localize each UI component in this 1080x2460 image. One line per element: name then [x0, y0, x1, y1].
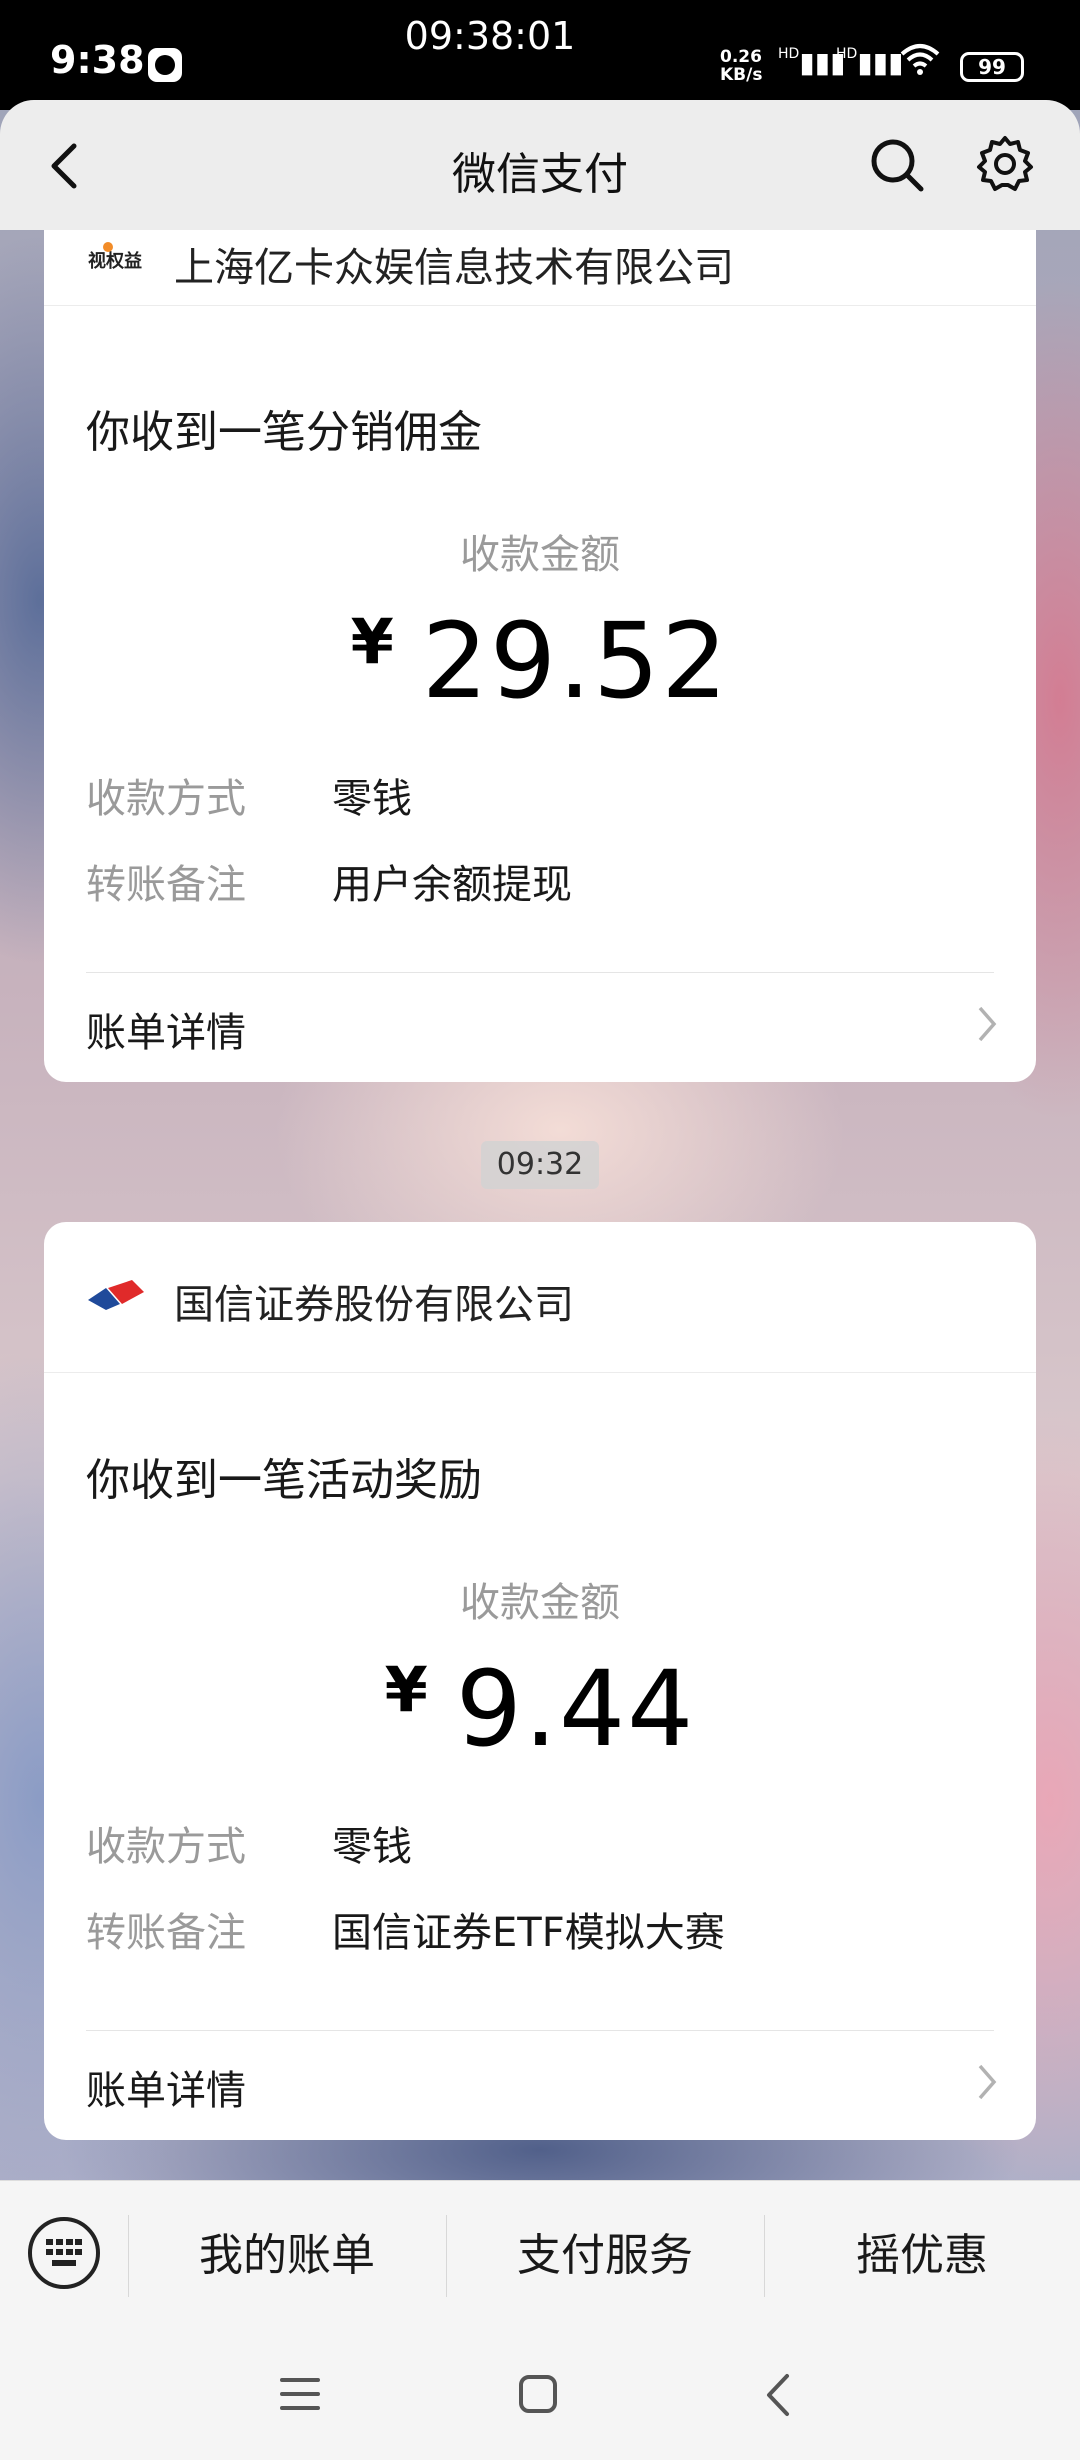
currency-symbol: ¥ — [350, 605, 396, 678]
menu-shake-offers[interactable]: 摇优惠 — [764, 2181, 1080, 2331]
merchant-logo-text: 视权益 — [88, 250, 142, 272]
menu-payment-services[interactable]: 支付服务 — [446, 2181, 764, 2331]
search-icon[interactable] — [868, 136, 926, 194]
battery-icon: 99 — [960, 52, 1024, 82]
system-nav-bar — [0, 2330, 1080, 2460]
home-icon[interactable] — [518, 2374, 558, 2414]
amount-number: 9.44 — [455, 1648, 696, 1770]
transfer-note-label: 转账备注 — [86, 1910, 246, 1956]
transfer-heading: 你收到一笔活动奖励 — [86, 1455, 482, 1506]
merchant-row[interactable]: 国信证券股份有限公司 — [44, 1222, 1036, 1373]
transfer-note-value: 用户余额提现 — [332, 862, 572, 908]
merchant-logo: 视权益 — [86, 237, 148, 285]
network-speed-value: 0.26 — [720, 47, 762, 67]
merchant-name: 国信证券股份有限公司 — [174, 1282, 574, 1328]
payment-method-value: 零钱 — [332, 776, 412, 822]
payment-method-label: 收款方式 — [86, 776, 246, 822]
menu-my-bills[interactable]: 我的账单 — [128, 2181, 446, 2331]
guosen-logo-icon — [86, 1274, 148, 1322]
divider — [86, 972, 994, 973]
bill-details-link[interactable]: 账单详情 — [86, 2058, 246, 2116]
transfer-heading: 你收到一笔分销佣金 — [86, 407, 482, 458]
clock-app-icon — [148, 48, 182, 82]
bill-details-link[interactable]: 账单详情 — [86, 1000, 246, 1058]
payment-card: 国信证券股份有限公司 你收到一笔活动奖励 收款金额 ¥9.44 收款方式 零钱 … — [44, 1222, 1036, 2140]
status-time: 9:38 — [50, 38, 145, 82]
amount-value: ¥9.44 — [44, 1648, 1036, 1770]
app-header: 微信支付 — [0, 100, 1080, 230]
chevron-right-icon[interactable] — [974, 2062, 1000, 2102]
bottom-menu-bar: 我的账单 支付服务 摇优惠 — [0, 2180, 1080, 2331]
gear-icon[interactable] — [975, 134, 1035, 194]
status-bar: 9:38 09:38:01 0.26 KB/s HD▮▮▮ HD▮▮▮ 99 — [0, 0, 1080, 110]
transfer-note-label: 转账备注 — [86, 862, 246, 908]
amount-label: 收款金额 — [460, 532, 620, 578]
network-speed: 0.26 KB/s — [720, 48, 762, 84]
recent-apps-icon[interactable] — [280, 2376, 320, 2412]
merchant-name: 上海亿卡众娱信息技术有限公司 — [174, 245, 734, 291]
amount-label: 收款金额 — [460, 1580, 620, 1626]
payment-card: 视权益 上海亿卡众娱信息技术有限公司 你收到一笔分销佣金 收款金额 ¥29.52… — [44, 230, 1036, 1082]
status-center-time: 09:38:01 — [404, 14, 576, 58]
payment-method-label: 收款方式 — [86, 1824, 246, 1870]
currency-symbol: ¥ — [384, 1653, 430, 1726]
signal-hd-label: HD — [778, 46, 800, 62]
signal-hd-label: HD — [836, 46, 858, 62]
merchant-row[interactable]: 视权益 上海亿卡众娱信息技术有限公司 — [44, 230, 1036, 306]
network-speed-unit: KB/s — [720, 65, 763, 85]
signal-icon: HD▮▮▮ — [836, 46, 904, 79]
divider — [86, 2030, 994, 2031]
message-timestamp: 09:32 — [481, 1141, 599, 1189]
wifi-icon — [900, 42, 940, 85]
amount-value: ¥29.52 — [44, 600, 1036, 722]
amount-number: 29.52 — [421, 600, 730, 722]
chevron-right-icon[interactable] — [974, 1004, 1000, 1044]
payment-method-value: 零钱 — [332, 1824, 412, 1870]
nav-back-icon[interactable] — [763, 2372, 793, 2418]
transfer-note-value: 国信证券ETF模拟大赛 — [332, 1910, 725, 1956]
keyboard-icon[interactable] — [28, 2217, 100, 2289]
